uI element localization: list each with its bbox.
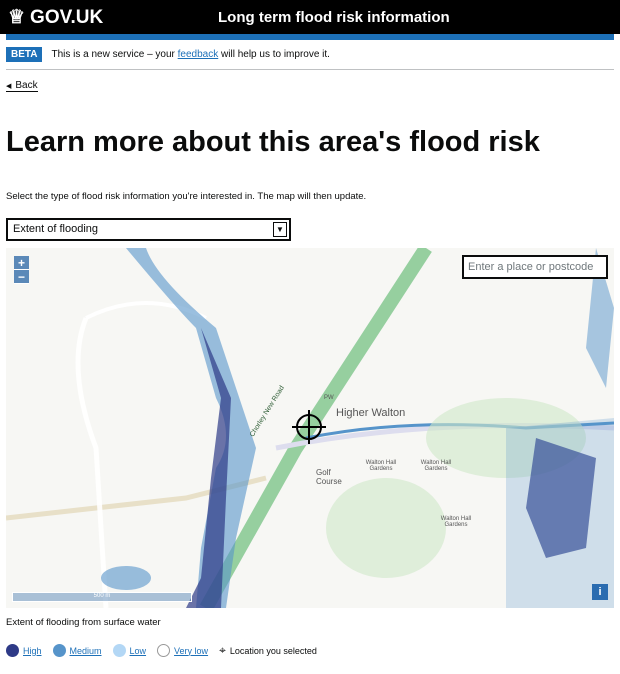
flood-type-select[interactable]: Extent of flooding ▼ [6,218,291,241]
legend: High Medium Low Very low ⌖ Location you s… [6,643,317,658]
govuk-logo[interactable]: ♕ GOV.UK [8,6,103,29]
legend-location: Location you selected [229,645,317,656]
beta-banner: BETA This is a new service – your feedba… [6,47,330,62]
legend-medium-link[interactable]: Medium [70,646,102,656]
back-label: Back [15,80,38,91]
map-label-gardens: Walton Hall Gardens [420,460,452,472]
legend-low-link[interactable]: Low [130,646,147,656]
select-value: Extent of flooding [13,223,99,235]
low-swatch-icon [112,644,126,657]
map-label-gardens: Walton Hall Gardens [440,516,472,528]
very-low-swatch-icon [157,644,171,657]
location-search-input[interactable]: Enter a place or postcode [462,255,608,279]
hint-text: Select the type of flood risk informatio… [6,191,367,202]
logo-text: GOV.UK [30,6,104,28]
zoom-out-button[interactable]: − [14,270,29,284]
back-link[interactable]: ◀ Back [6,80,38,92]
feedback-link[interactable]: feedback [178,49,219,60]
crown-icon: ♕ [8,7,26,28]
info-button[interactable]: i [592,584,608,600]
map-label-gardens: Walton Hall Gardens [365,460,397,472]
header-bar [6,34,614,40]
map-label-village: Higher Walton [336,407,406,419]
map-caption: Extent of flooding from surface water [6,617,161,628]
chevron-down-icon: ▼ [273,222,287,237]
crosshair-icon: ⌖ [219,643,226,657]
high-swatch-icon [6,644,19,657]
medium-swatch-icon [52,644,66,657]
beta-tag: BETA [6,47,43,62]
flood-map[interactable]: Chorley New Road Higher Walton Golf Cour… [6,248,614,608]
crosshair-marker-icon [292,410,326,444]
header: ♕ GOV.UK Long term flood risk information [0,0,620,34]
zoom-control: + − [14,256,29,284]
legend-high-link[interactable]: High [23,646,42,656]
legend-very-low-link[interactable]: Very low [174,646,208,656]
beta-text: This is a new service – your [51,49,175,60]
triangle-left-icon: ◀ [6,82,12,90]
page-title: Learn more about this area's flood risk [6,126,540,158]
scale-bar: 500 m [12,592,192,602]
service-name[interactable]: Long term flood risk information [218,9,450,26]
divider [6,69,614,70]
map-label-golf: Golf Course [316,468,342,486]
beta-text-after: will help us to improve it. [221,49,330,60]
map-label-pw: PW [324,395,334,401]
zoom-in-button[interactable]: + [14,256,29,270]
